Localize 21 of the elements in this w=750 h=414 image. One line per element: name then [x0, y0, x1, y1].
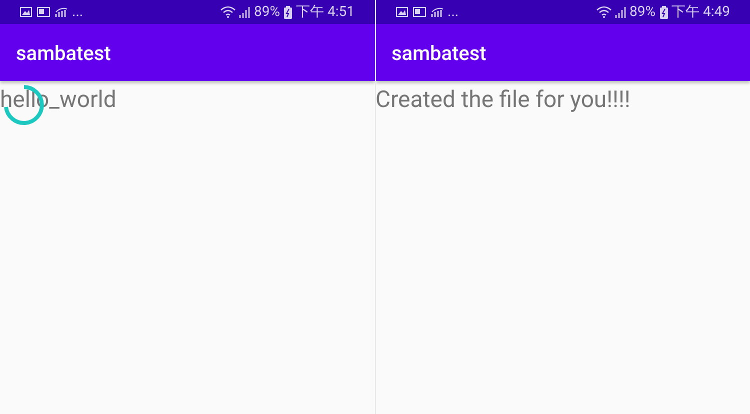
more-indicator: ... — [448, 5, 459, 19]
app-title: sambatest — [392, 40, 486, 66]
image-icon — [20, 7, 32, 17]
signal-icon — [238, 6, 250, 18]
chart-icon — [55, 7, 68, 17]
battery-icon — [284, 6, 292, 18]
signal-icon — [614, 6, 626, 18]
battery-percent: 89% — [254, 5, 280, 19]
status-time: 下午 4:51 — [296, 5, 354, 19]
card-icon — [412, 7, 426, 17]
image-icon — [396, 7, 408, 17]
app-title: sambatest — [16, 40, 111, 66]
more-indicator: ... — [72, 5, 84, 19]
battery-icon — [660, 6, 668, 18]
message-text: Created the file for you!!!! — [376, 85, 630, 115]
wifi-icon — [220, 6, 236, 18]
chart-icon — [430, 7, 444, 17]
status-time: 下午 4:49 — [672, 5, 730, 19]
wifi-icon — [596, 6, 612, 18]
card-icon — [37, 7, 50, 17]
battery-percent: 89% — [630, 5, 656, 19]
